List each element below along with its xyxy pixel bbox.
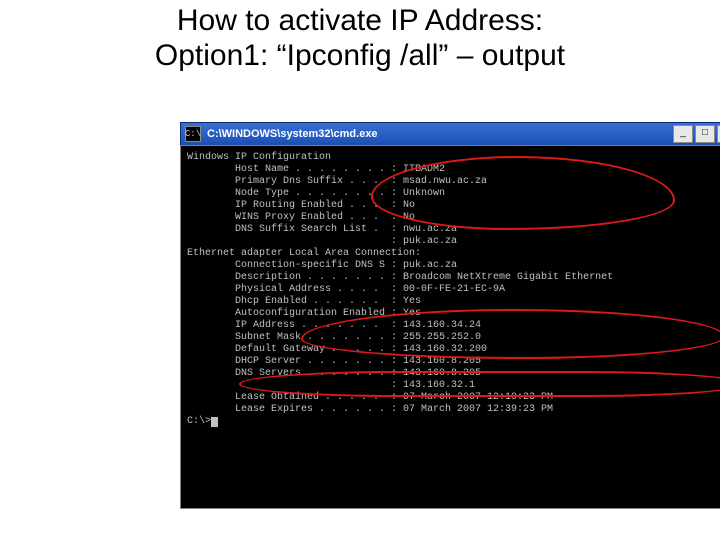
cfg-row: Host Name . . . . . . . . : ITBADM2	[187, 164, 720, 176]
cursor	[211, 417, 218, 427]
adapter-row: Connection-specific DNS S : puk.ac.za	[187, 260, 720, 272]
adapter-row: Lease Expires . . . . . . : 07 March 200…	[187, 404, 720, 416]
cfg-row: DNS Suffix Search List . : nwu.ac.za	[187, 224, 720, 236]
cfg-row: Primary Dns Suffix . . . : msad.nwu.ac.z…	[187, 176, 720, 188]
title-line-1: How to activate IP Address:	[177, 4, 543, 37]
adapter-row: : 143.160.32.1	[187, 380, 720, 392]
adapter-row: DHCP Server . . . . . . . : 143.160.8.20…	[187, 356, 720, 368]
ipconfig-header: Windows IP Configuration	[187, 152, 720, 164]
title-line-2: Option1: “Ipconfig /all” – output	[155, 39, 565, 72]
adapter-header: Ethernet adapter Local Area Connection:	[187, 248, 720, 260]
adapter-row: Description . . . . . . . : Broadcom Net…	[187, 272, 720, 284]
adapter-row: Physical Address . . . . : 00-0F-FE-21-E…	[187, 284, 720, 296]
window-title: C:\WINDOWS\system32\cmd.exe	[205, 128, 673, 140]
adapter-row: Subnet Mask . . . . . . . : 255.255.252.…	[187, 332, 720, 344]
cfg-row: WINS Proxy Enabled . . . : No	[187, 212, 720, 224]
cfg-row: : puk.ac.za	[187, 236, 720, 248]
adapter-row: IP Address . . . . . . . : 143.160.34.24	[187, 320, 720, 332]
prompt: C:\>	[187, 416, 211, 428]
prompt-line[interactable]: C:\>	[187, 416, 720, 428]
adapter-row: DNS Servers . . . . . . . : 143.160.8.20…	[187, 368, 720, 380]
maximize-button[interactable]: □	[695, 125, 715, 143]
slide-title: How to activate IP Address: Option1: “Ip…	[0, 0, 720, 73]
cmd-window: C:\ C:\WINDOWS\system32\cmd.exe _ □ × Wi…	[180, 122, 720, 509]
minimize-button[interactable]: _	[673, 125, 693, 143]
cfg-row: Node Type . . . . . . . . : Unknown	[187, 188, 720, 200]
adapter-row: Lease Obtained . . . . . : 07 March 2007…	[187, 392, 720, 404]
cfg-row: IP Routing Enabled . . . : No	[187, 200, 720, 212]
adapter-row: Dhcp Enabled . . . . . . : Yes	[187, 296, 720, 308]
cmd-icon: C:\	[185, 126, 201, 142]
adapter-row: Default Gateway . . . . . : 143.160.32.2…	[187, 344, 720, 356]
adapter-row: Autoconfiguration Enabled : Yes	[187, 308, 720, 320]
window-titlebar[interactable]: C:\ C:\WINDOWS\system32\cmd.exe _ □ ×	[180, 122, 720, 145]
terminal-output[interactable]: Windows IP Configuration Host Name . . .…	[180, 145, 720, 509]
